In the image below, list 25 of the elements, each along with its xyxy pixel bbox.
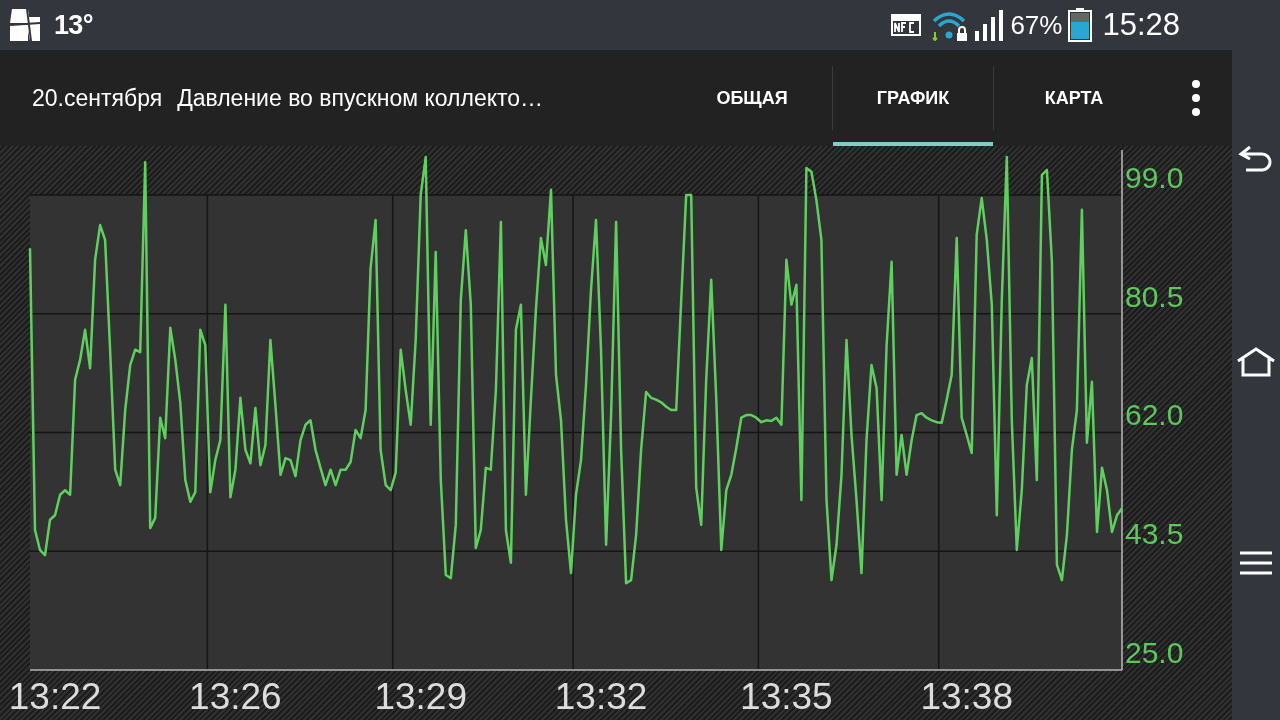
y-axis-label: 80.5 <box>1125 279 1184 313</box>
nfc-icon <box>890 13 923 37</box>
y-axis-label: 99.0 <box>1125 160 1184 194</box>
wifi-icon <box>932 9 969 41</box>
x-axis-label: 13:26 <box>189 676 282 717</box>
clock: 15:28 <box>1102 5 1180 44</box>
page-title: Давление во впускном коллекто… <box>177 83 544 113</box>
tab[interactable]: КАРТА <box>994 50 1154 146</box>
menu-icon[interactable] <box>1240 551 1272 575</box>
x-axis-label: 13:38 <box>920 676 1013 717</box>
y-axis-label: 62.0 <box>1125 398 1184 432</box>
x-axis-label: 13:29 <box>374 676 467 717</box>
temperature: 13° <box>54 8 93 42</box>
battery-percent: 67% <box>1010 8 1063 42</box>
back-icon[interactable] <box>1238 145 1274 173</box>
tab[interactable]: ОБЩАЯ <box>672 50 832 146</box>
x-axis-label: 13:32 <box>554 676 648 717</box>
signal-icon <box>974 9 1005 41</box>
x-axis-label: 13:35 <box>740 676 833 717</box>
y-axis-label: 25.0 <box>1125 636 1184 669</box>
battery-icon <box>1068 8 1093 42</box>
date-text: 20.сентября <box>32 83 163 113</box>
x-axis-label: 13:22 <box>8 676 102 717</box>
y-axis-label: 43.5 <box>1125 517 1184 551</box>
home-icon[interactable] <box>1236 347 1276 377</box>
